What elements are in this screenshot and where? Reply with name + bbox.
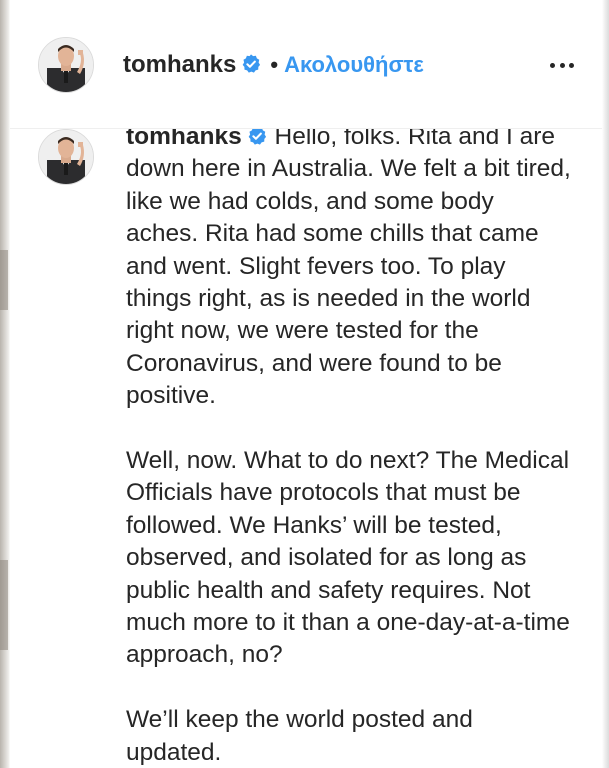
caption-paragraph: tomhanks Hello, folks. Rita and I are do… [126,129,571,413]
author-username[interactable]: tomhanks [123,51,236,78]
follow-button[interactable]: Ακολουθήστε [284,52,424,77]
caption-paragraph: Well, now. What to do next? The Medical … [126,447,570,669]
caption-username[interactable]: tomhanks [126,129,242,150]
header-separator: • [270,52,279,77]
caption-avatar[interactable] [38,129,94,185]
post-header: tomhanks • Ακολουθήστε [10,0,602,129]
post-author-line: tomhanks • Ακολουθήστε [123,50,424,80]
caption-paragraph-1: Hello, folks. Rita and I are down here i… [126,129,571,410]
caption-text: tomhanks Hello, folks. Rita and I are do… [126,129,571,768]
verified-badge-icon [248,129,266,145]
caption-paragraph: We’ll keep the world posted and updated. [126,706,473,766]
more-options-icon[interactable] [546,58,578,72]
background-left-edge [0,0,10,768]
verified-badge-icon [243,54,261,73]
background-right-edge [602,0,609,768]
profile-avatar[interactable] [38,37,94,93]
post-caption-area: tomhanks Hello, folks. Rita and I are do… [10,129,602,768]
